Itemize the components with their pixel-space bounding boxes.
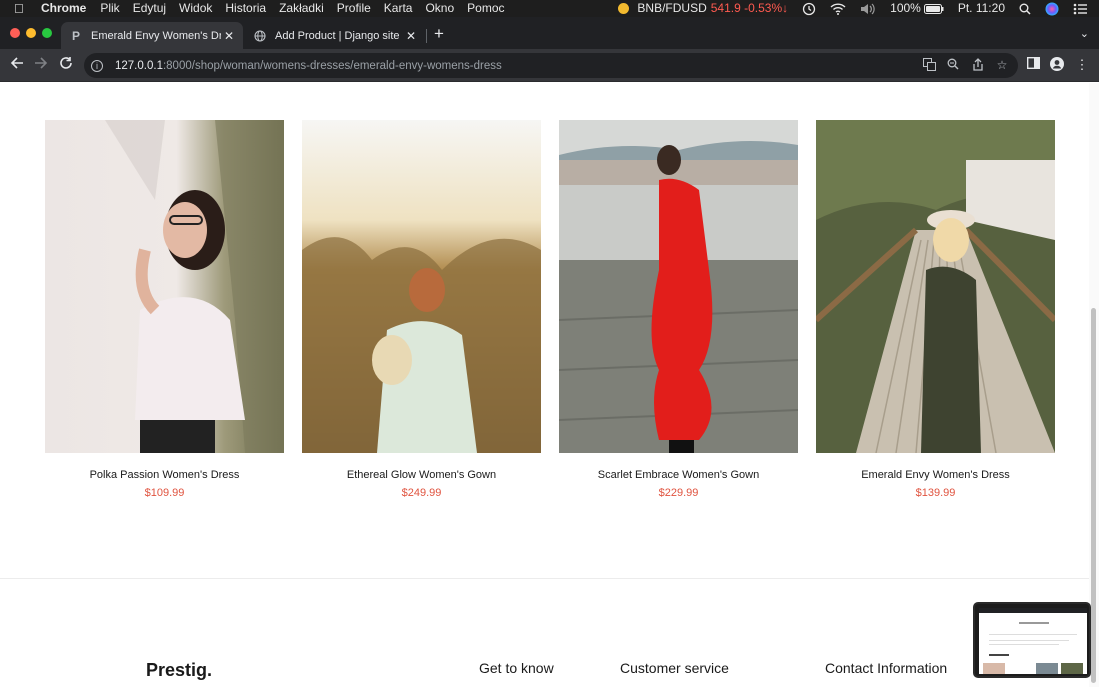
control-center-icon[interactable] — [1073, 3, 1087, 15]
page-scrollbar[interactable] — [1089, 83, 1099, 687]
product-price: $229.99 — [658, 487, 699, 499]
crypto-ticker[interactable]: BNB/FDUSD 541.9 -0.53%↓ — [618, 0, 788, 17]
menu-app-name[interactable]: Chrome — [41, 0, 86, 17]
profile-avatar-icon[interactable] — [1049, 57, 1065, 74]
chrome-menu-icon[interactable]: ⋮ — [1074, 57, 1090, 73]
tab-title: Add Product | Django site adm — [275, 29, 403, 42]
share-icon[interactable] — [971, 58, 985, 74]
product-card[interactable]: Polka Passion Women's Dress $109.99 — [45, 120, 284, 499]
new-tab-button[interactable]: + — [434, 25, 444, 42]
menu-zakladki[interactable]: Zakładki — [279, 0, 324, 17]
product-price: $139.99 — [915, 487, 956, 499]
menu-okno[interactable]: Okno — [425, 0, 454, 17]
tab-title: Emerald Envy Women's Dress | — [91, 29, 221, 42]
product-card[interactable]: Scarlet Embrace Women's Gown $229.99 — [559, 120, 798, 499]
product-image[interactable] — [816, 120, 1055, 453]
apple-menu-icon[interactable]:  — [14, 0, 28, 17]
zoom-icon[interactable] — [946, 58, 960, 73]
volume-icon[interactable] — [860, 3, 876, 15]
product-image[interactable] — [559, 120, 798, 453]
menu-plik[interactable]: Plik — [100, 0, 119, 17]
site-favicon-icon: P — [71, 28, 80, 43]
reload-button[interactable] — [57, 56, 75, 75]
page-content: Polka Passion Women's Dress $109.99 Ethe… — [0, 83, 1099, 687]
side-panel-icon[interactable] — [1025, 56, 1041, 72]
product-image[interactable] — [45, 120, 284, 453]
ticker-value: 541.9 -0.53%↓ — [710, 1, 789, 15]
footer-brand-logo[interactable]: Prestig. — [146, 660, 212, 681]
tab-emerald-envy[interactable]: P Emerald Envy Women's Dress | ✕ — [61, 22, 243, 49]
product-name[interactable]: Polka Passion Women's Dress — [45, 469, 284, 481]
footer-heading-get-to-know: Get to know — [479, 660, 554, 676]
close-tab-icon[interactable]: ✕ — [403, 29, 419, 43]
menu-pomoc[interactable]: Pomoc — [467, 0, 504, 17]
product-price: $249.99 — [401, 487, 442, 499]
menu-edytuj[interactable]: Edytuj — [133, 0, 166, 17]
product-card[interactable]: Ethereal Glow Women's Gown $249.99 — [302, 120, 541, 499]
product-name[interactable]: Scarlet Embrace Women's Gown — [559, 469, 798, 481]
time-machine-icon[interactable] — [802, 2, 816, 16]
tab-strip: P Emerald Envy Women's Dress | ✕ Add Pro… — [0, 17, 1099, 49]
globe-icon — [253, 29, 267, 43]
product-name[interactable]: Ethereal Glow Women's Gown — [302, 469, 541, 481]
zoom-window-button[interactable] — [42, 28, 52, 38]
spotlight-search-icon[interactable] — [1019, 3, 1031, 15]
menu-karta[interactable]: Karta — [384, 0, 413, 17]
url-text[interactable]: 127.0.0.1:8000/shop/woman/womens-dresses… — [115, 60, 502, 72]
battery-status[interactable]: 100% — [890, 0, 944, 17]
thumbnail-page-preview — [979, 608, 1087, 674]
footer-heading-customer-service: Customer service — [620, 660, 729, 676]
product-card[interactable]: Emerald Envy Women's Dress $139.99 — [816, 120, 1055, 499]
macos-menu-bar:  Chrome Plik Edytuj Widok Historia Zakł… — [0, 0, 1099, 17]
product-image[interactable] — [302, 120, 541, 453]
tab-divider — [426, 29, 427, 43]
menu-historia[interactable]: Historia — [225, 0, 266, 17]
tab-add-product[interactable]: Add Product | Django site adm ✕ — [245, 22, 425, 49]
footer-heading-contact-information: Contact Information — [825, 660, 948, 676]
tab-search-chevron-icon[interactable]: ⌄ — [1080, 27, 1089, 40]
product-name[interactable]: Emerald Envy Women's Dress — [816, 469, 1055, 481]
clock[interactable]: Pt. 11:20 — [958, 0, 1005, 17]
translate-icon[interactable] — [922, 58, 936, 74]
address-bar[interactable]: i 127.0.0.1:8000/shop/woman/womens-dress… — [84, 53, 1018, 78]
ticker-label: BNB/FDUSD — [637, 1, 707, 15]
battery-icon — [923, 3, 944, 14]
browser-toolbar: i 127.0.0.1:8000/shop/woman/womens-dress… — [0, 49, 1099, 82]
site-info-icon[interactable]: i — [91, 59, 103, 72]
screenshot-thumbnail-preview[interactable] — [973, 602, 1091, 678]
product-price: $109.99 — [144, 487, 185, 499]
forward-button[interactable] — [32, 56, 50, 75]
back-button[interactable] — [8, 56, 26, 75]
battery-percent: 100% — [890, 1, 921, 15]
menu-profile[interactable]: Profile — [337, 0, 371, 17]
wifi-icon[interactable] — [830, 2, 846, 15]
close-window-button[interactable] — [10, 28, 20, 38]
bookmark-star-icon[interactable]: ☆ — [995, 58, 1009, 72]
siri-icon[interactable] — [1045, 2, 1059, 16]
minimize-window-button[interactable] — [26, 28, 36, 38]
scrollbar-thumb[interactable] — [1091, 308, 1096, 683]
footer-divider — [0, 578, 1089, 579]
menu-widok[interactable]: Widok — [179, 0, 212, 17]
close-tab-icon[interactable]: ✕ — [221, 29, 237, 43]
binance-icon — [618, 3, 630, 14]
